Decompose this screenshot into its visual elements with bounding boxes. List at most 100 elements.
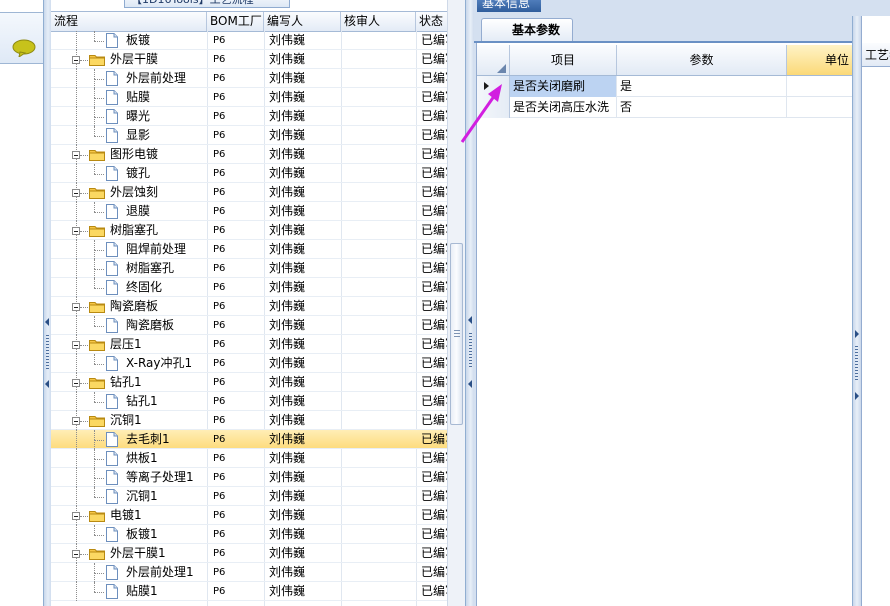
collapse-arrow-icon[interactable] <box>468 316 472 324</box>
left-panel-tab[interactable] <box>0 12 43 64</box>
status-cell[interactable]: 已编写 <box>419 50 447 69</box>
bom-factory-cell[interactable]: P6 <box>211 563 263 582</box>
reviewer-cell[interactable] <box>344 297 414 316</box>
tree-row[interactable]: 电镀1 P6刘伟巍 已编写 <box>51 506 447 525</box>
bom-factory-cell[interactable]: P6 <box>211 297 263 316</box>
reviewer-cell[interactable] <box>344 221 414 240</box>
tree-node-label[interactable]: 烘板1 <box>126 449 158 468</box>
tree-row[interactable]: 钻孔1 P6刘伟巍 已编写 <box>51 373 447 392</box>
tree-node-label[interactable]: 外层前处理1 <box>126 563 194 582</box>
param-value-cell[interactable]: 是 <box>617 76 787 97</box>
tree-node-label[interactable]: 外层前处理 <box>126 69 186 88</box>
tree-row[interactable]: 外层前处理 P6刘伟巍 已编写 <box>51 69 447 88</box>
tree-row[interactable]: 陶瓷磨板 P6刘伟巍 已编写 <box>51 297 447 316</box>
param-row[interactable]: 是否关闭磨刷 是 <box>477 76 853 97</box>
tree-node-label[interactable]: 去毛刺1 <box>126 430 170 449</box>
author-cell[interactable]: 刘伟巍 <box>267 544 341 563</box>
reviewer-cell[interactable] <box>344 449 414 468</box>
status-cell[interactable]: 已编写 <box>419 430 447 449</box>
bom-factory-cell[interactable]: P6 <box>211 145 263 164</box>
tree-row[interactable]: 等离子处理1 P6刘伟巍 已编写 <box>51 468 447 487</box>
author-cell[interactable]: 刘伟巍 <box>267 449 341 468</box>
tree-node-label[interactable]: 外层蚀刻 <box>110 183 158 202</box>
status-cell[interactable]: 已编写 <box>419 411 447 430</box>
tree-node-label[interactable]: 板镀 <box>126 31 150 50</box>
tree-node-label[interactable]: 沉铜1 <box>110 411 142 430</box>
param-row[interactable]: 是否关闭高压水洗 否 <box>477 97 853 118</box>
collapse-arrow-icon[interactable] <box>468 380 472 388</box>
tree-row[interactable]: 陶瓷磨板 P6刘伟巍 已编写 <box>51 316 447 335</box>
column-header-status[interactable]: 状态 <box>416 12 447 31</box>
collapse-toggle-icon[interactable] <box>72 341 80 349</box>
tree-node-label[interactable]: 陶瓷磨板 <box>110 297 158 316</box>
process-tab-title[interactable]: 【1D16Tools】工艺流程 <box>124 0 290 8</box>
bom-factory-cell[interactable]: P6 <box>211 449 263 468</box>
tree-node-label[interactable]: 镀孔 <box>126 164 150 183</box>
status-cell[interactable]: 已编写 <box>419 145 447 164</box>
status-cell[interactable]: 已编写 <box>419 88 447 107</box>
tree-row[interactable]: 显影 P6刘伟巍 已编写 <box>51 126 447 145</box>
status-cell[interactable]: 已编写 <box>419 354 447 373</box>
bom-factory-cell[interactable]: P6 <box>211 88 263 107</box>
reviewer-cell[interactable] <box>344 430 414 449</box>
tree-row[interactable]: X-Ray冲孔1 P6刘伟巍 已编写 <box>51 354 447 373</box>
author-cell[interactable]: 刘伟巍 <box>267 468 341 487</box>
author-cell[interactable]: 刘伟巍 <box>267 278 341 297</box>
tree-row[interactable]: 贴膜 P6刘伟巍 已编写 <box>51 88 447 107</box>
tree-node-label[interactable]: 钻孔1 <box>126 392 158 411</box>
reviewer-cell[interactable] <box>344 354 414 373</box>
tree-row[interactable]: 外层干膜1 P6刘伟巍 已编写 <box>51 544 447 563</box>
collapse-toggle-icon[interactable] <box>72 417 80 425</box>
author-cell[interactable]: 刘伟巍 <box>267 88 341 107</box>
reviewer-cell[interactable] <box>344 335 414 354</box>
param-value-cell[interactable]: 否 <box>617 97 787 118</box>
tree-node-label[interactable]: X-Ray冲孔1 <box>126 354 192 373</box>
tree-node-label[interactable]: 板镀1 <box>126 525 158 544</box>
scrollbar-thumb[interactable] <box>450 243 463 425</box>
author-cell[interactable]: 刘伟巍 <box>267 240 341 259</box>
author-cell[interactable]: 刘伟巍 <box>267 31 341 50</box>
tree-row[interactable]: 外层干膜 P6刘伟巍 已编写 <box>51 50 447 69</box>
tree-row[interactable]: 镀孔 P6刘伟巍 已编写 <box>51 164 447 183</box>
reviewer-cell[interactable] <box>344 69 414 88</box>
tree-node-label[interactable]: 钻孔1 <box>110 373 142 392</box>
param-item-cell[interactable]: 是否关闭磨刷 <box>510 76 617 97</box>
status-cell[interactable]: 已编写 <box>419 126 447 145</box>
reviewer-cell[interactable] <box>344 145 414 164</box>
status-cell[interactable]: 已编写 <box>419 582 447 601</box>
column-header-unit[interactable]: 单位 <box>787 45 853 75</box>
reviewer-cell[interactable] <box>344 259 414 278</box>
bom-factory-cell[interactable]: P6 <box>211 259 263 278</box>
status-cell[interactable]: 已编写 <box>419 107 447 126</box>
bom-factory-cell[interactable]: P6 <box>211 50 263 69</box>
bom-factory-cell[interactable]: P6 <box>211 582 263 601</box>
column-header-author[interactable]: 编写人 <box>264 12 341 31</box>
tree-row[interactable]: 层压1 P6刘伟巍 已编写 <box>51 335 447 354</box>
reviewer-cell[interactable] <box>344 487 414 506</box>
tree-row[interactable]: 外层前处理1 P6刘伟巍 已编写 <box>51 563 447 582</box>
author-cell[interactable]: 刘伟巍 <box>267 506 341 525</box>
tab-basic-params[interactable]: 基本参数 <box>481 18 573 42</box>
reviewer-cell[interactable] <box>344 278 414 297</box>
reviewer-cell[interactable] <box>344 316 414 335</box>
tab-craft-params[interactable]: 工艺参 <box>862 43 890 67</box>
reviewer-cell[interactable] <box>344 50 414 69</box>
collapse-toggle-icon[interactable] <box>72 379 80 387</box>
reviewer-cell[interactable] <box>344 506 414 525</box>
bom-factory-cell[interactable]: P6 <box>211 240 263 259</box>
status-cell[interactable]: 已编写 <box>419 278 447 297</box>
bom-factory-cell[interactable]: P6 <box>211 468 263 487</box>
author-cell[interactable]: 刘伟巍 <box>267 50 341 69</box>
tree-node-label[interactable]: 等离子处理1 <box>126 468 194 487</box>
tree-node-label[interactable]: 树脂塞孔 <box>110 221 158 240</box>
status-cell[interactable]: 已编写 <box>419 373 447 392</box>
status-cell[interactable]: 已编写 <box>419 297 447 316</box>
tree-node-label[interactable]: 阻焊前处理 <box>126 240 186 259</box>
tree-row[interactable]: 贴膜1 P6刘伟巍 已编写 <box>51 582 447 601</box>
bom-factory-cell[interactable]: P6 <box>211 202 263 221</box>
tree-row[interactable]: 沉铜1 P6刘伟巍 已编写 <box>51 411 447 430</box>
bom-factory-cell[interactable]: P6 <box>211 354 263 373</box>
reviewer-cell[interactable] <box>344 525 414 544</box>
reviewer-cell[interactable] <box>344 411 414 430</box>
reviewer-cell[interactable] <box>344 31 414 50</box>
